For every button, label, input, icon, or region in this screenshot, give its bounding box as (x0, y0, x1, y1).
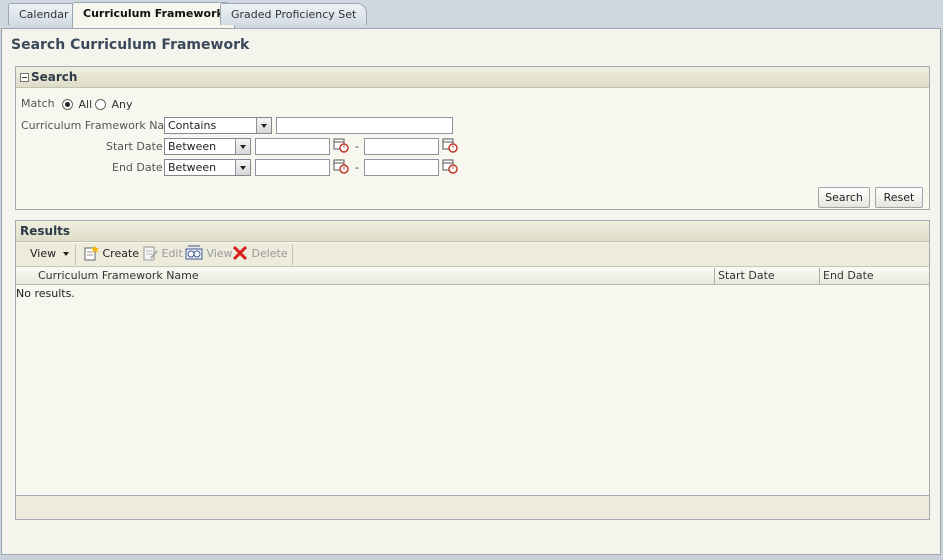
toolbar-divider (292, 245, 293, 265)
calendar-icon[interactable] (333, 158, 349, 174)
name-operator-value: Contains (168, 119, 217, 132)
results-panel: Results View Create Edit View Delete Cur… (15, 220, 930, 520)
edit-button[interactable]: Edit (142, 245, 183, 261)
calendar-icon[interactable] (333, 137, 349, 153)
delete-button[interactable]: Delete (232, 245, 288, 261)
delete-label: Delete (251, 247, 288, 260)
match-all-label: All (78, 98, 93, 111)
chevron-down-icon (62, 252, 69, 256)
toolbar-divider (75, 245, 76, 265)
column-divider[interactable] (714, 268, 715, 284)
calendar-icon[interactable] (442, 137, 458, 153)
view-menu-label: View (30, 247, 57, 260)
tab-graded-proficiency-set[interactable]: Graded Proficiency Set (220, 3, 368, 25)
collapse-icon[interactable] (20, 73, 29, 82)
chevron-down-icon (256, 118, 271, 133)
results-toolbar: View Create Edit View Delete (16, 243, 929, 267)
name-label: Curriculum Framework Name (21, 119, 182, 132)
match-any-label: Any (111, 98, 133, 111)
end-date-to-input[interactable] (364, 159, 439, 176)
results-panel-title: Results (20, 224, 71, 238)
results-table-header: Curriculum Framework Name Start Date End… (16, 268, 929, 285)
reset-button[interactable]: Reset (875, 187, 923, 208)
view-label: View (206, 247, 233, 260)
end-date-label: End Date (112, 161, 163, 174)
range-separator: - (355, 161, 359, 174)
calendar-icon[interactable] (442, 158, 458, 174)
edit-icon (143, 246, 158, 261)
tab-curriculum-framework[interactable]: Curriculum Framework (72, 2, 235, 29)
match-all-radio[interactable]: All (62, 98, 92, 111)
radio-icon (62, 99, 73, 110)
delete-icon (232, 245, 248, 261)
name-operator-select[interactable]: Contains (164, 117, 272, 134)
start-date-to-input[interactable] (364, 138, 439, 155)
name-input[interactable] (276, 117, 453, 134)
results-panel-header: Results (16, 221, 929, 242)
page-title: Search Curriculum Framework (11, 37, 250, 53)
edit-label: Edit (161, 247, 183, 260)
search-panel: Search Match All Any Curriculum Framewor… (15, 66, 930, 210)
radio-icon (95, 99, 106, 110)
match-any-radio[interactable]: Any (95, 98, 133, 111)
column-divider[interactable] (819, 268, 820, 284)
range-separator: - (355, 140, 359, 153)
view-icon (185, 245, 203, 260)
start-date-from-input[interactable] (255, 138, 330, 155)
main-content: Search Curriculum Framework Search Match… (1, 28, 941, 555)
start-date-label: Start Date (106, 140, 163, 153)
column-header-start-date[interactable]: Start Date (716, 268, 775, 284)
search-button[interactable]: Search (818, 187, 870, 208)
start-operator-value: Between (168, 140, 217, 153)
end-operator-select[interactable]: Between (164, 159, 251, 176)
chevron-down-icon (235, 160, 250, 175)
match-label: Match (21, 97, 55, 110)
create-button[interactable]: Create (83, 245, 139, 261)
end-operator-value: Between (168, 161, 217, 174)
tab-bar: Calendar Curriculum Framework Graded Pro… (0, 0, 943, 29)
view-menu[interactable]: View (30, 247, 69, 260)
view-button[interactable]: View (185, 245, 233, 261)
search-panel-title: Search (31, 70, 78, 84)
end-date-from-input[interactable] (255, 159, 330, 176)
column-header-name[interactable]: Curriculum Framework Name (36, 268, 199, 284)
start-operator-select[interactable]: Between (164, 138, 251, 155)
tab-calendar[interactable]: Calendar (8, 3, 80, 25)
create-icon (84, 245, 99, 261)
column-header-end-date[interactable]: End Date (821, 268, 874, 284)
search-panel-header[interactable]: Search (16, 67, 929, 88)
chevron-down-icon (235, 139, 250, 154)
empty-results-text: No results. (16, 287, 75, 300)
results-footer (16, 495, 929, 519)
create-label: Create (102, 247, 140, 260)
